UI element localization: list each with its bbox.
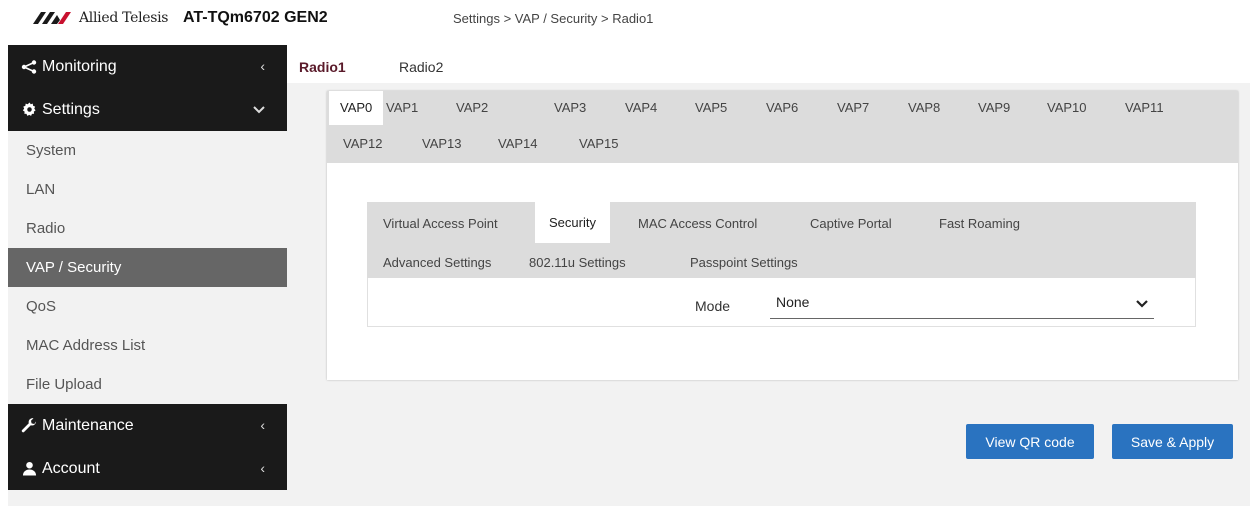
tab-vap12[interactable]: VAP12 bbox=[343, 136, 383, 151]
sidebar-item-label: Account bbox=[42, 459, 100, 477]
chevron-left-icon: ‹ bbox=[260, 460, 265, 476]
view-qr-code-button[interactable]: View QR code bbox=[966, 424, 1094, 459]
sidebar-item-label: Settings bbox=[42, 100, 100, 118]
tab-vap1[interactable]: VAP1 bbox=[386, 100, 418, 115]
chevron-left-icon: ‹ bbox=[260, 417, 265, 433]
sidebar-item-mac-address-list[interactable]: MAC Address List bbox=[8, 326, 287, 365]
tab-passpoint-settings[interactable]: Passpoint Settings bbox=[690, 255, 798, 270]
tab-vap8[interactable]: VAP8 bbox=[908, 100, 940, 115]
wrench-icon bbox=[20, 417, 38, 434]
tab-vap7[interactable]: VAP7 bbox=[837, 100, 869, 115]
sidebar-item-file-upload[interactable]: File Upload bbox=[8, 365, 287, 404]
mode-label: Mode bbox=[695, 298, 731, 314]
sidebar-item-qos[interactable]: QoS bbox=[8, 287, 287, 326]
mode-select[interactable]: None bbox=[770, 288, 1154, 319]
brand-name: Allied Telesis bbox=[79, 10, 169, 26]
tab-mac-access-control[interactable]: MAC Access Control bbox=[638, 216, 757, 231]
tab-radio1[interactable]: Radio1 bbox=[299, 59, 346, 75]
mode-select-value: None bbox=[776, 294, 810, 310]
tab-vap13[interactable]: VAP13 bbox=[422, 136, 462, 151]
tab-vap9[interactable]: VAP9 bbox=[978, 100, 1010, 115]
tab-fast-roaming[interactable]: Fast Roaming bbox=[939, 216, 1020, 231]
sidebar-item-settings[interactable]: Settings bbox=[8, 88, 287, 131]
tab-vap11[interactable]: VAP11 bbox=[1125, 100, 1164, 115]
tab-vap3[interactable]: VAP3 bbox=[554, 100, 586, 115]
sidebar-item-label: Maintenance bbox=[42, 416, 134, 434]
tab-vap4[interactable]: VAP4 bbox=[625, 100, 657, 115]
share-icon bbox=[20, 59, 38, 74]
tab-vap15[interactable]: VAP15 bbox=[579, 136, 619, 151]
vap-tab-bar: VAP0 VAP1 VAP2 VAP3 VAP4 VAP5 VAP6 VAP7 … bbox=[327, 91, 1238, 163]
user-icon bbox=[20, 461, 38, 476]
chevron-down-icon bbox=[1136, 300, 1148, 308]
sidebar-item-monitoring[interactable]: Monitoring ‹ bbox=[8, 45, 287, 88]
tab-802-11u-settings[interactable]: 802.11u Settings bbox=[529, 255, 626, 270]
chevron-left-icon: ‹ bbox=[260, 58, 265, 74]
sidebar-item-vap-security[interactable]: VAP / Security bbox=[8, 248, 287, 287]
sidebar-item-lan[interactable]: LAN bbox=[8, 170, 287, 209]
chevron-down-icon bbox=[253, 101, 265, 117]
tab-vap10[interactable]: VAP10 bbox=[1047, 100, 1087, 115]
tab-captive-portal[interactable]: Captive Portal bbox=[810, 216, 892, 231]
save-apply-button[interactable]: Save & Apply bbox=[1112, 424, 1233, 459]
sidebar-item-system[interactable]: System bbox=[8, 131, 287, 170]
tab-vap2[interactable]: VAP2 bbox=[456, 100, 488, 115]
breadcrumb: Settings > VAP / Security > Radio1 bbox=[453, 11, 654, 26]
sidebar-item-radio[interactable]: Radio bbox=[8, 209, 287, 248]
sidebar-item-maintenance[interactable]: Maintenance ‹ bbox=[8, 404, 287, 447]
brand-logo: Allied Telesis bbox=[33, 10, 168, 26]
top-header: Allied Telesis AT-TQm6702 GEN2 Settings … bbox=[0, 0, 1250, 37]
sidebar-item-account[interactable]: Account ‹ bbox=[8, 447, 287, 490]
allied-telesis-logo-icon bbox=[33, 12, 71, 24]
tab-virtual-access-point[interactable]: Virtual Access Point bbox=[383, 216, 498, 231]
security-tab-bar: Virtual Access Point Security MAC Access… bbox=[367, 202, 1196, 278]
sidebar-item-label: Monitoring bbox=[42, 57, 117, 75]
tab-vap5[interactable]: VAP5 bbox=[695, 100, 727, 115]
tab-vap6[interactable]: VAP6 bbox=[766, 100, 798, 115]
gear-icon bbox=[20, 102, 38, 117]
tab-radio2[interactable]: Radio2 bbox=[399, 59, 443, 75]
radio-tab-bar: Radio1 Radio2 bbox=[287, 45, 1250, 83]
sidebar: Monitoring ‹ Settings System LAN Radio V… bbox=[8, 45, 287, 506]
tab-vap14[interactable]: VAP14 bbox=[498, 136, 538, 151]
tab-vap0[interactable]: VAP0 bbox=[329, 91, 384, 125]
tab-advanced-settings[interactable]: Advanced Settings bbox=[383, 255, 491, 270]
product-name: AT-TQm6702 GEN2 bbox=[183, 9, 328, 26]
tab-security[interactable]: Security bbox=[535, 202, 610, 243]
